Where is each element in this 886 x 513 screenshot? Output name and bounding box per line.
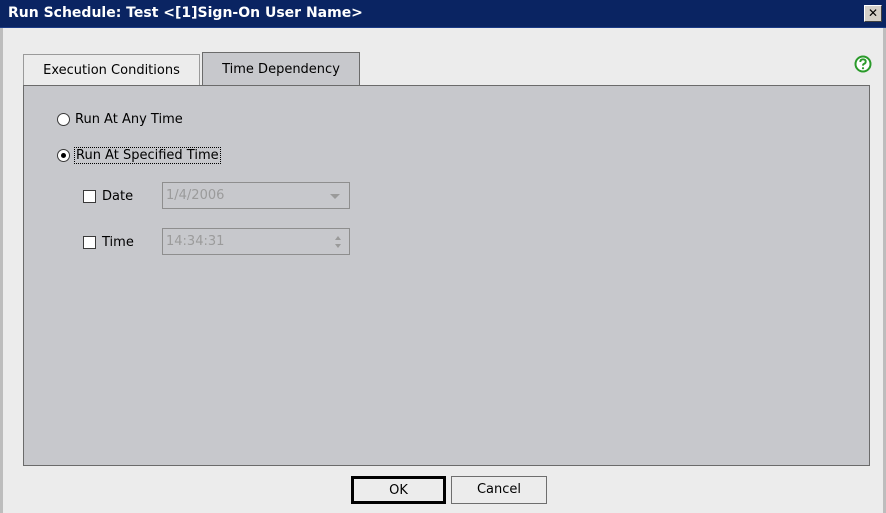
date-label: Date bbox=[102, 189, 134, 204]
window-title: Run Schedule: Test <[1]Sign-On User Name… bbox=[8, 5, 363, 21]
time-dependency-panel: Run At Any Time Run At Specified Time Da… bbox=[23, 85, 870, 466]
date-dropdown[interactable]: 1/4/2006 bbox=[162, 182, 350, 209]
cancel-button[interactable]: Cancel bbox=[451, 476, 547, 504]
tab-time-dependency[interactable]: Time Dependency bbox=[202, 52, 360, 85]
time-label: Time bbox=[102, 235, 134, 250]
run-any-time-option[interactable]: Run At Any Time bbox=[57, 112, 183, 127]
run-any-time-label: Run At Any Time bbox=[75, 112, 183, 127]
time-value: 14:34:31 bbox=[166, 234, 225, 249]
help-icon[interactable] bbox=[854, 55, 872, 73]
close-icon: ✕ bbox=[867, 6, 879, 20]
run-specified-time-option[interactable]: Run At Specified Time bbox=[57, 147, 221, 164]
date-value: 1/4/2006 bbox=[166, 188, 225, 203]
chevron-down-icon[interactable] bbox=[330, 194, 340, 199]
run-specified-time-label: Run At Specified Time bbox=[74, 147, 221, 164]
date-checkbox[interactable] bbox=[83, 190, 96, 203]
spinner-arrows-icon[interactable] bbox=[333, 233, 343, 251]
time-checkbox[interactable] bbox=[83, 236, 96, 249]
radio-selected-dot bbox=[61, 153, 66, 158]
time-spinner[interactable]: 14:34:31 bbox=[162, 228, 350, 255]
time-option[interactable]: Time bbox=[83, 235, 134, 250]
run-any-time-radio[interactable] bbox=[57, 113, 70, 126]
close-button[interactable]: ✕ bbox=[864, 5, 882, 22]
tab-execution-conditions[interactable]: Execution Conditions bbox=[23, 54, 200, 85]
ok-button[interactable]: OK bbox=[351, 476, 446, 504]
title-bar: Run Schedule: Test <[1]Sign-On User Name… bbox=[0, 0, 886, 28]
date-option[interactable]: Date bbox=[83, 189, 133, 204]
run-specified-time-radio[interactable] bbox=[57, 149, 70, 162]
